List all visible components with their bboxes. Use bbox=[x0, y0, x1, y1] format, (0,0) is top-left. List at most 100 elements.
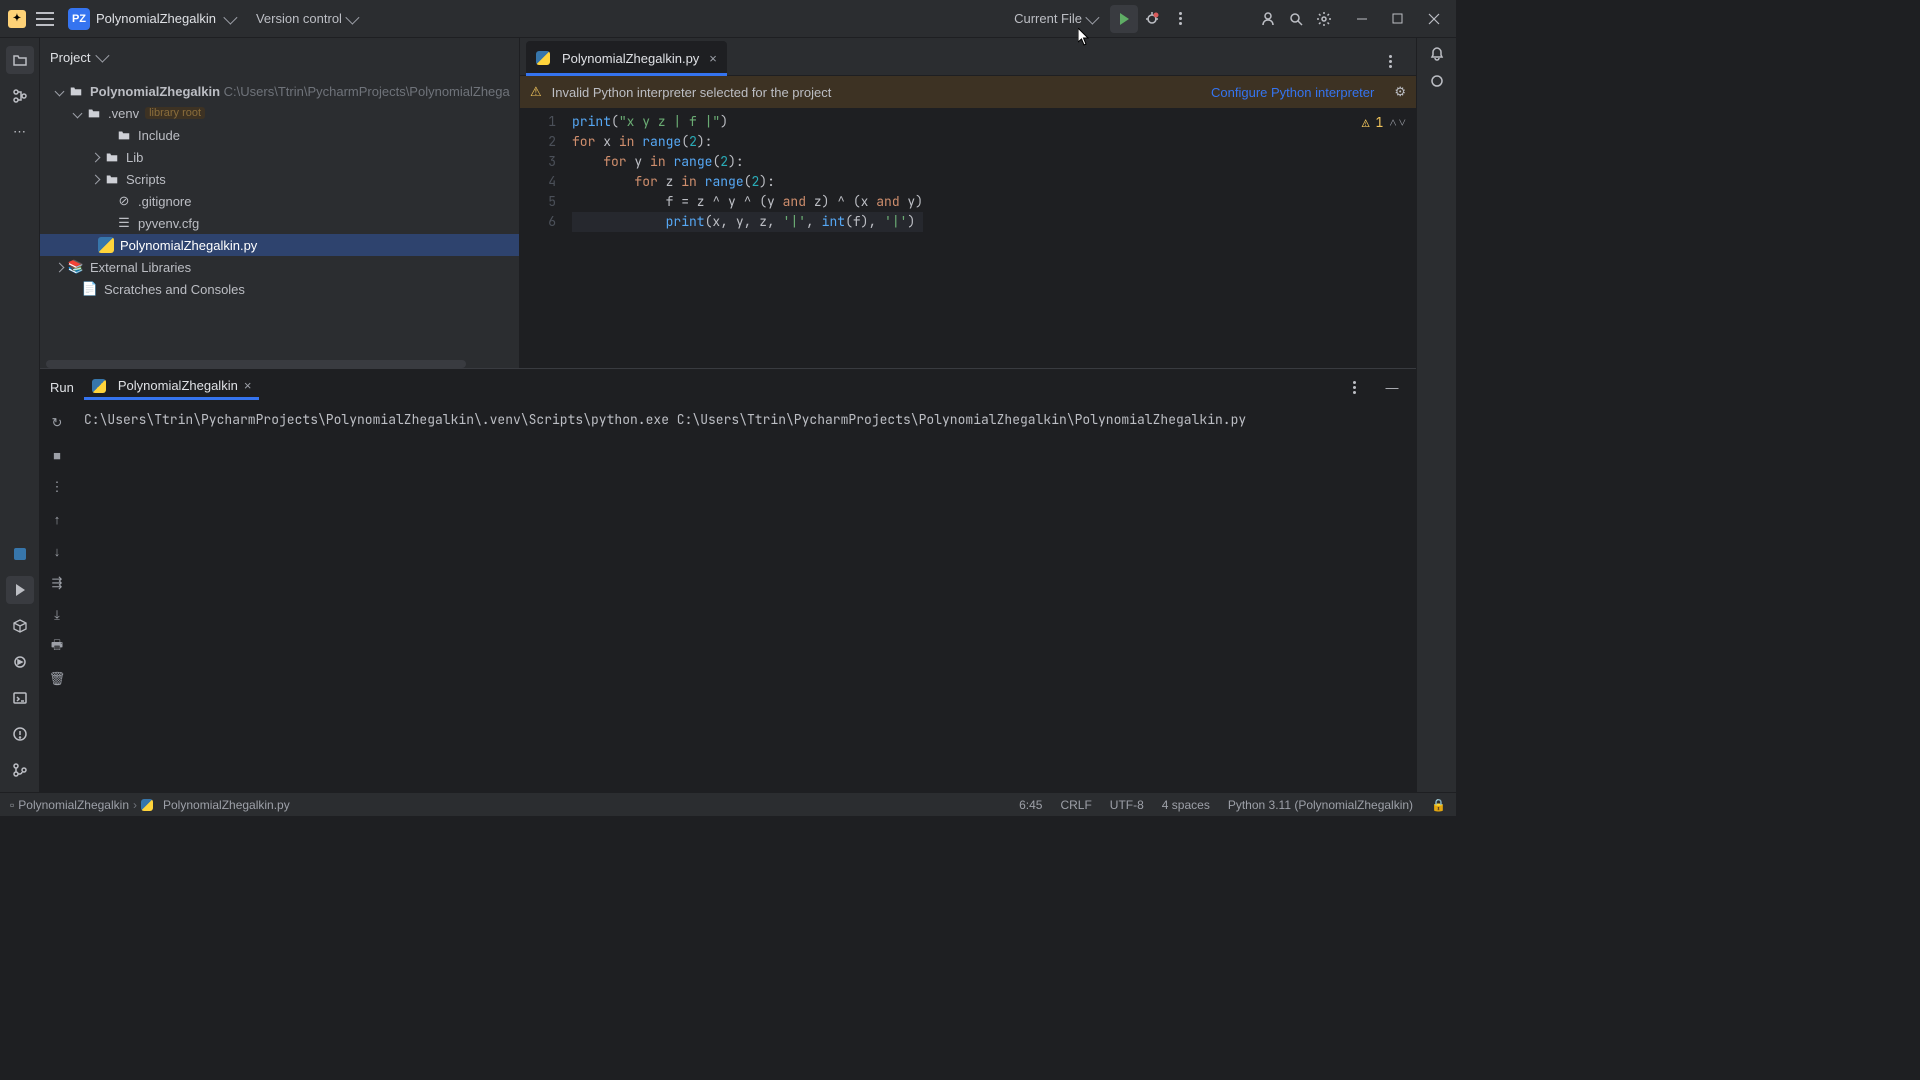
tree-row-mainfile[interactable]: PolynomialZhegalkin.py bbox=[40, 234, 519, 256]
python-file-icon bbox=[92, 379, 106, 393]
run-config-selector[interactable]: Current File bbox=[1014, 11, 1100, 26]
scratches-icon: 📄 bbox=[82, 281, 98, 297]
run-options-button[interactable] bbox=[1340, 373, 1368, 401]
project-tool-button[interactable] bbox=[6, 46, 34, 74]
code-with-me-icon[interactable] bbox=[1254, 5, 1282, 33]
editor-panel: PolynomialZhegalkin.py × ⚠ Invalid Pytho… bbox=[520, 38, 1416, 368]
tree-row[interactable]: ⊘.gitignore bbox=[40, 190, 519, 212]
version-control-menu[interactable]: Version control bbox=[256, 11, 360, 26]
terminal-tool-button[interactable] bbox=[6, 684, 34, 712]
output-line: C:\Users\Ttrin\PycharmProjects\Polynomia… bbox=[84, 411, 1406, 428]
code-editor[interactable]: 123456 print("x y z | f |") for x in ran… bbox=[520, 108, 1416, 368]
folder-icon bbox=[116, 127, 132, 143]
file-encoding[interactable]: UTF-8 bbox=[1110, 798, 1144, 812]
soft-wrap-button[interactable]: ⇶ bbox=[45, 571, 69, 595]
tree-row[interactable]: Scripts bbox=[40, 168, 519, 190]
scroll-end-button[interactable]: ⤓ bbox=[45, 603, 69, 627]
interpreter-status[interactable]: Python 3.11 (PolynomialZhegalkin) bbox=[1228, 798, 1413, 812]
up-stack-button[interactable]: ↑ bbox=[45, 507, 69, 531]
tree-row[interactable]: Include bbox=[40, 124, 519, 146]
services-tool-button[interactable] bbox=[6, 648, 34, 676]
folder-icon bbox=[104, 171, 120, 187]
warning-icon: ⚠ bbox=[530, 84, 542, 100]
delete-button[interactable]: 🗑 bbox=[45, 667, 69, 691]
indent-setting[interactable]: 4 spaces bbox=[1162, 798, 1210, 812]
run-config-tab[interactable]: PolynomialZhegalkin × bbox=[84, 374, 260, 400]
lock-icon[interactable]: 🔒 bbox=[1431, 798, 1446, 812]
cfg-file-icon: ☰ bbox=[116, 215, 132, 231]
run-output[interactable]: C:\Users\Ttrin\PycharmProjects\Polynomia… bbox=[74, 405, 1416, 792]
tab-options-button[interactable] bbox=[1376, 47, 1404, 75]
code-content[interactable]: print("x y z | f |") for x in range(2): … bbox=[566, 108, 923, 368]
line-gutter: 123456 bbox=[520, 108, 566, 368]
next-problem-icon[interactable]: ˅ bbox=[1399, 114, 1406, 131]
expand-toggle-icon[interactable] bbox=[88, 150, 102, 164]
maximize-window-button[interactable] bbox=[1384, 5, 1412, 33]
status-bar: ▫ PolynomialZhegalkin › PolynomialZhegal… bbox=[0, 792, 1456, 816]
project-name[interactable]: PolynomialZhegalkin bbox=[96, 11, 216, 26]
expand-toggle-icon[interactable] bbox=[52, 84, 66, 98]
python-packages-tool-button[interactable] bbox=[6, 612, 34, 640]
down-stack-button[interactable]: ↓ bbox=[45, 539, 69, 563]
run-button[interactable] bbox=[1110, 5, 1138, 33]
inspection-widget[interactable]: ⚠ 1 ˄˅ bbox=[1362, 114, 1406, 131]
version-control-label: Version control bbox=[256, 11, 342, 26]
python-file-icon bbox=[98, 237, 114, 253]
folder-icon bbox=[86, 105, 102, 121]
tree-label: PolynomialZhegalkin.py bbox=[120, 238, 257, 253]
more-actions-button[interactable] bbox=[1166, 5, 1194, 33]
main-menu-button[interactable] bbox=[36, 12, 54, 26]
gear-icon[interactable]: ⚙ bbox=[1394, 84, 1406, 100]
cursor-position[interactable]: 6:45 bbox=[1019, 798, 1042, 812]
settings-icon[interactable] bbox=[1310, 5, 1338, 33]
close-window-button[interactable] bbox=[1420, 5, 1448, 33]
python-console-tool-button[interactable] bbox=[6, 540, 34, 568]
editor-tab[interactable]: PolynomialZhegalkin.py × bbox=[526, 41, 727, 75]
debug-button[interactable] bbox=[1138, 5, 1166, 33]
stop-button[interactable]: ■ bbox=[45, 443, 69, 467]
tree-row-venv[interactable]: .venv library root bbox=[40, 102, 519, 124]
tree-row[interactable]: ☰pyvenv.cfg bbox=[40, 212, 519, 234]
folder-icon bbox=[104, 149, 120, 165]
expand-toggle-icon[interactable] bbox=[88, 172, 102, 186]
tree-label: Lib bbox=[126, 150, 143, 165]
tree-row[interactable]: Lib bbox=[40, 146, 519, 168]
line-separator[interactable]: CRLF bbox=[1060, 798, 1091, 812]
run-config-name: PolynomialZhegalkin bbox=[118, 378, 238, 393]
close-icon[interactable]: × bbox=[244, 378, 252, 393]
project-badge[interactable]: PZ bbox=[68, 8, 90, 30]
configure-interpreter-link[interactable]: Configure Python interpreter bbox=[1211, 85, 1374, 100]
breadcrumb[interactable]: ▫ PolynomialZhegalkin › PolynomialZhegal… bbox=[10, 798, 290, 812]
ide-logo-icon: ✦ bbox=[8, 10, 26, 28]
run-config-label: Current File bbox=[1014, 11, 1082, 26]
breadcrumb-file: PolynomialZhegalkin.py bbox=[163, 798, 290, 812]
titlebar: ✦ PZ PolynomialZhegalkin Version control… bbox=[0, 0, 1456, 38]
project-tree[interactable]: PolynomialZhegalkin C:\Users\Ttrin\Pycha… bbox=[40, 76, 519, 360]
ai-assistant-button[interactable] bbox=[1429, 73, 1445, 92]
minimize-window-button[interactable] bbox=[1348, 5, 1376, 33]
project-panel-title: Project bbox=[50, 50, 90, 65]
vcs-tool-button[interactable] bbox=[6, 756, 34, 784]
tree-path: C:\Users\Ttrin\PycharmProjects\Polynomia… bbox=[224, 84, 510, 99]
tree-row-root[interactable]: PolynomialZhegalkin C:\Users\Ttrin\Pycha… bbox=[40, 80, 519, 102]
structure-tool-button[interactable] bbox=[6, 82, 34, 110]
tree-label: Scripts bbox=[126, 172, 166, 187]
hide-panel-button[interactable]: — bbox=[1378, 373, 1406, 401]
tree-row-scratches[interactable]: 📄Scratches and Consoles bbox=[40, 278, 519, 300]
rerun-button[interactable]: ↻ bbox=[45, 411, 69, 435]
run-tool-button[interactable] bbox=[6, 576, 34, 604]
expand-toggle-icon[interactable] bbox=[70, 106, 84, 120]
project-panel-header[interactable]: Project bbox=[40, 38, 519, 76]
warning-icon: ⚠ bbox=[1362, 114, 1370, 131]
print-button[interactable]: 🖶 bbox=[45, 635, 69, 659]
close-tab-icon[interactable]: × bbox=[709, 51, 717, 66]
run-more-button[interactable]: ⋮ bbox=[45, 475, 69, 499]
expand-toggle-icon[interactable] bbox=[52, 260, 66, 274]
tree-row-extlib[interactable]: 📚External Libraries bbox=[40, 256, 519, 278]
more-tools-button[interactable]: ⋯ bbox=[6, 118, 34, 146]
problems-tool-button[interactable] bbox=[6, 720, 34, 748]
notifications-button[interactable] bbox=[1429, 46, 1445, 65]
horizontal-scrollbar[interactable] bbox=[46, 360, 466, 368]
search-everywhere-icon[interactable] bbox=[1282, 5, 1310, 33]
prev-problem-icon[interactable]: ˄ bbox=[1389, 114, 1396, 131]
